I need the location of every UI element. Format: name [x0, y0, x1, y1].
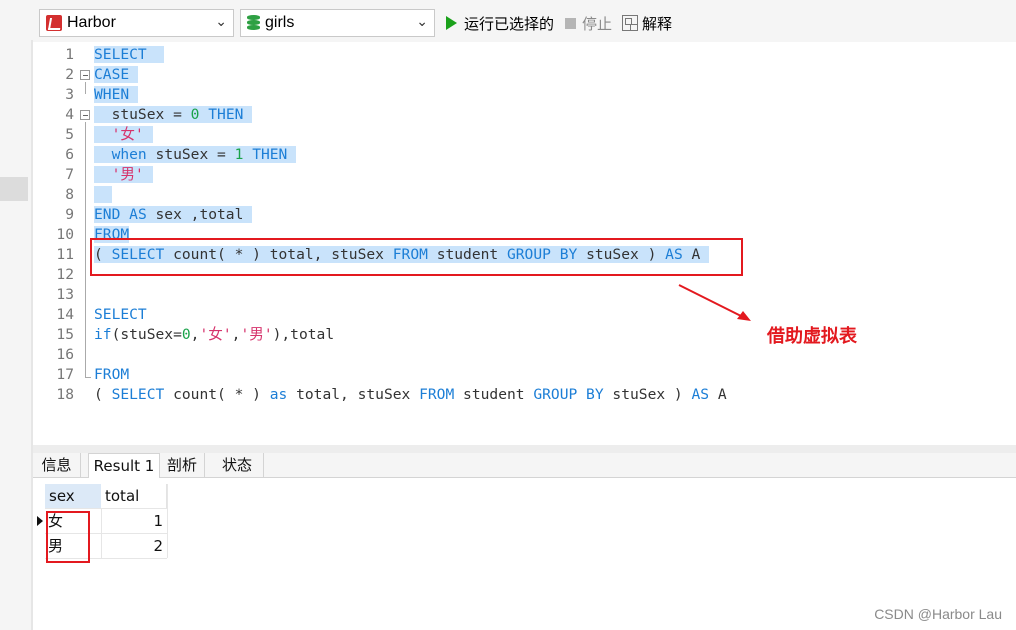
line-number: 11 [56, 246, 74, 263]
code-line: 4 stuSex = 0 THEN [33, 105, 1016, 125]
code-line: 14 SELECT [33, 305, 1016, 325]
line-number: 1 [65, 46, 74, 63]
line-number: 3 [65, 86, 74, 103]
left-panel-strip [0, 0, 33, 630]
code-text[interactable] [94, 185, 112, 205]
code-line: 8 [33, 185, 1016, 205]
line-number: 7 [65, 166, 74, 183]
code-line: 17 FROM [33, 365, 1016, 385]
table-cell-total[interactable]: 1 [103, 509, 163, 533]
line-number: 10 [56, 226, 74, 243]
connection-name: Harbor [67, 14, 116, 31]
code-text[interactable]: ( SELECT count( * ) as total, stuSex FRO… [94, 385, 727, 405]
explain-button[interactable]: 解释 [622, 12, 672, 34]
code-text[interactable]: SELECT [94, 45, 165, 65]
tab-info[interactable]: 信息 [33, 453, 81, 478]
grid-divider [167, 484, 168, 558]
code-text[interactable]: WHEN [94, 85, 138, 105]
line-number: 2 [65, 66, 74, 83]
line-number: 6 [65, 146, 74, 163]
tab-result-1[interactable]: Result 1 [88, 453, 160, 479]
code-text[interactable]: when stuSex = 1 THEN [94, 145, 297, 165]
database-select[interactable]: girls ⌄ [240, 9, 435, 37]
code-line: 3 WHEN [33, 85, 1016, 105]
line-number: 13 [56, 286, 74, 303]
play-icon [446, 16, 457, 30]
code-line: 18 ( SELECT count( * ) as total, stuSex … [33, 385, 1016, 405]
code-line: 9 END AS sex ,total [33, 205, 1016, 225]
code-text[interactable]: END AS sex ,total [94, 205, 253, 225]
stop-button[interactable]: 停止 [565, 12, 612, 34]
line-number: 16 [56, 346, 74, 363]
code-line: 5 '女' [33, 125, 1016, 145]
line-number: 4 [65, 106, 74, 123]
explain-icon [622, 15, 638, 31]
table-cell-total[interactable]: 2 [103, 534, 163, 558]
result-grid: sex total 女 1 男 2 [33, 478, 1016, 630]
line-number: 14 [56, 306, 74, 323]
code-line: 2 CASE [33, 65, 1016, 85]
line-number: 8 [65, 186, 74, 203]
run-selected-button[interactable]: 运行已选择的 [446, 12, 554, 34]
stop-label: 停止 [582, 14, 613, 33]
code-text[interactable]: '女' [94, 125, 153, 145]
database-name: girls [265, 14, 295, 31]
navicat-query-window: Harbor ⌄ girls ⌄ 运行已选择的 停止 解释 1 SELECT 2… [0, 0, 1016, 630]
chevron-down-icon[interactable]: ⌄ [215, 13, 227, 30]
code-text[interactable]: '男' [94, 165, 153, 185]
code-line: 16 [33, 345, 1016, 365]
code-line: 15 if(stuSex=0,'女','男'),total [33, 325, 1016, 345]
grid-divider [101, 508, 102, 558]
tab-profile[interactable]: 剖析 [160, 453, 205, 478]
highlight-box [46, 511, 90, 563]
line-number: 18 [56, 386, 74, 403]
database-icon [247, 15, 260, 31]
query-toolbar: Harbor ⌄ girls ⌄ 运行已选择的 停止 解释 [33, 0, 1016, 42]
line-number: 12 [56, 266, 74, 283]
result-tabs: 信息 Result 1 剖析 状态 [33, 453, 1016, 479]
line-number: 15 [56, 326, 74, 343]
column-header-total[interactable]: total [101, 484, 167, 508]
arrow-icon [678, 284, 751, 321]
line-number: 9 [65, 206, 74, 223]
pane-splitter[interactable] [33, 445, 1016, 453]
code-line: 7 '男' [33, 165, 1016, 185]
code-line: 13 [33, 285, 1016, 305]
code-line: 1 SELECT [33, 45, 1016, 65]
code-text[interactable]: stuSex = 0 THEN [94, 105, 253, 125]
annotation-label: 借助虚拟表 [767, 326, 857, 346]
connection-icon [46, 15, 62, 31]
code-line: 6 when stuSex = 1 THEN [33, 145, 1016, 165]
run-selected-label: 运行已选择的 [464, 14, 555, 33]
code-text[interactable]: SELECT [94, 305, 147, 325]
stop-icon [565, 17, 576, 29]
column-header-sex[interactable]: sex [45, 484, 101, 508]
left-panel-selection[interactable] [0, 177, 28, 201]
tab-status[interactable]: 状态 [211, 453, 264, 478]
watermark: CSDN @Harbor Lau [874, 606, 1002, 622]
line-number: 5 [65, 126, 74, 143]
code-text[interactable]: if(stuSex=0,'女','男'),total [94, 325, 334, 345]
current-row-indicator-icon [37, 516, 43, 526]
connection-select[interactable]: Harbor ⌄ [39, 9, 234, 37]
explain-label: 解释 [642, 14, 673, 33]
fold-toggle-icon[interactable] [80, 110, 90, 120]
code-text[interactable]: FROM [94, 365, 129, 385]
code-text[interactable]: CASE [94, 65, 138, 85]
fold-toggle-icon[interactable] [80, 70, 90, 80]
chevron-down-icon[interactable]: ⌄ [416, 13, 428, 30]
highlight-box [90, 238, 743, 276]
line-number: 17 [56, 366, 74, 383]
